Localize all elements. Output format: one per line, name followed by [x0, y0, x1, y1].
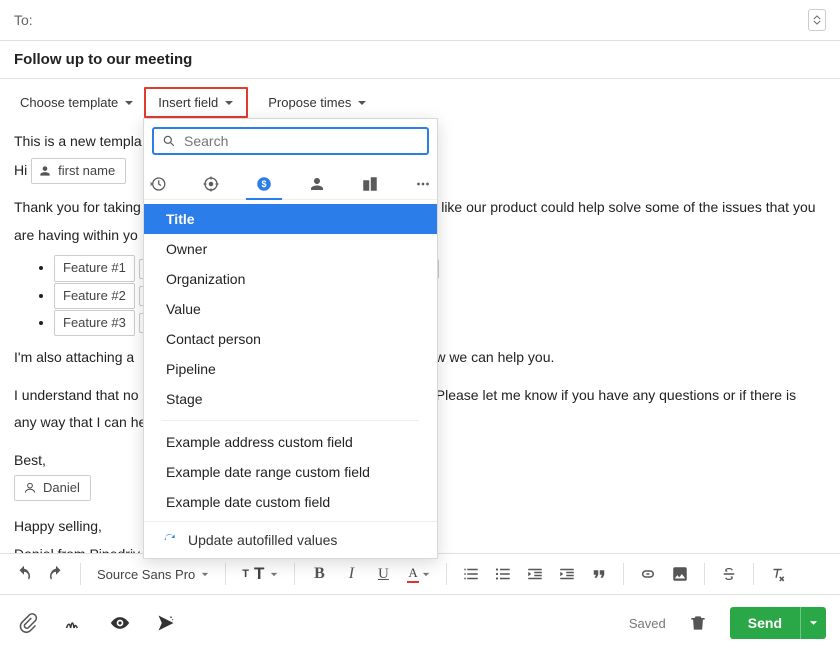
- undo-button[interactable]: [10, 560, 38, 588]
- text-color-button[interactable]: A: [401, 561, 435, 587]
- field-option-contact-person[interactable]: Contact person: [144, 324, 437, 354]
- tab-person[interactable]: [304, 169, 331, 199]
- tab-lead[interactable]: [197, 169, 224, 199]
- svg-text:$: $: [261, 179, 266, 189]
- send-button[interactable]: Send: [730, 607, 826, 639]
- field-option-pipeline[interactable]: Pipeline: [144, 354, 437, 384]
- merge-field-sender[interactable]: Daniel: [14, 475, 91, 501]
- smart-button[interactable]: [152, 609, 180, 637]
- insert-field-button[interactable]: Insert field: [152, 91, 240, 114]
- strikethrough-button[interactable]: [715, 560, 743, 588]
- ordered-list-button[interactable]: [457, 560, 485, 588]
- bold-button[interactable]: B: [305, 560, 333, 588]
- outdent-button[interactable]: [521, 560, 549, 588]
- link-button[interactable]: [634, 560, 662, 588]
- tab-more[interactable]: [410, 169, 437, 199]
- field-option-custom[interactable]: Example date custom field: [144, 487, 437, 517]
- field-option-title[interactable]: Title: [144, 204, 437, 234]
- insert-field-dropdown: $ Title Owner Organization Value Contact…: [143, 118, 438, 559]
- quote-button[interactable]: [585, 560, 613, 588]
- unordered-list-button[interactable]: [489, 560, 517, 588]
- tab-recent[interactable]: [144, 169, 171, 199]
- image-button[interactable]: [666, 560, 694, 588]
- font-size-select[interactable]: TT: [236, 560, 284, 588]
- tab-organization[interactable]: [357, 169, 384, 199]
- underline-button[interactable]: U: [369, 560, 397, 588]
- merge-field-feature[interactable]: Feature #1: [54, 255, 135, 281]
- field-option-owner[interactable]: Owner: [144, 234, 437, 264]
- merge-field-feature[interactable]: Feature #3: [54, 310, 135, 336]
- tab-deal[interactable]: $: [250, 169, 277, 199]
- clear-format-button[interactable]: [764, 560, 792, 588]
- italic-button[interactable]: I: [337, 560, 365, 588]
- formatting-toolbar: Source Sans Pro TT B I U A: [0, 553, 840, 595]
- signature-button[interactable]: [60, 609, 88, 637]
- font-family-select[interactable]: Source Sans Pro: [91, 563, 215, 586]
- delete-button[interactable]: [684, 609, 712, 637]
- subject-field[interactable]: Follow up to our meeting: [0, 41, 840, 79]
- recipient-expand-toggle[interactable]: [808, 9, 826, 31]
- attach-button[interactable]: [14, 609, 42, 637]
- field-option-custom[interactable]: Example address custom field: [144, 427, 437, 457]
- refresh-icon: [162, 532, 178, 548]
- field-option-stage[interactable]: Stage: [144, 384, 437, 414]
- saved-status: Saved: [629, 616, 666, 631]
- send-options-button[interactable]: [800, 607, 826, 639]
- propose-times-button[interactable]: Propose times: [262, 91, 373, 114]
- field-option-custom[interactable]: Example date range custom field: [144, 457, 437, 487]
- search-icon: [162, 134, 176, 148]
- field-option-value[interactable]: Value: [144, 294, 437, 324]
- field-search-input[interactable]: [152, 127, 429, 155]
- indent-button[interactable]: [553, 560, 581, 588]
- merge-field-feature[interactable]: Feature #2: [54, 283, 135, 309]
- field-option-organization[interactable]: Organization: [144, 264, 437, 294]
- redo-button[interactable]: [42, 560, 70, 588]
- update-autofilled-button[interactable]: Update autofilled values: [144, 521, 437, 558]
- preview-button[interactable]: [106, 609, 134, 637]
- merge-field-firstname[interactable]: first name: [31, 158, 126, 184]
- to-label: To:: [14, 12, 33, 28]
- choose-template-button[interactable]: Choose template: [14, 91, 140, 114]
